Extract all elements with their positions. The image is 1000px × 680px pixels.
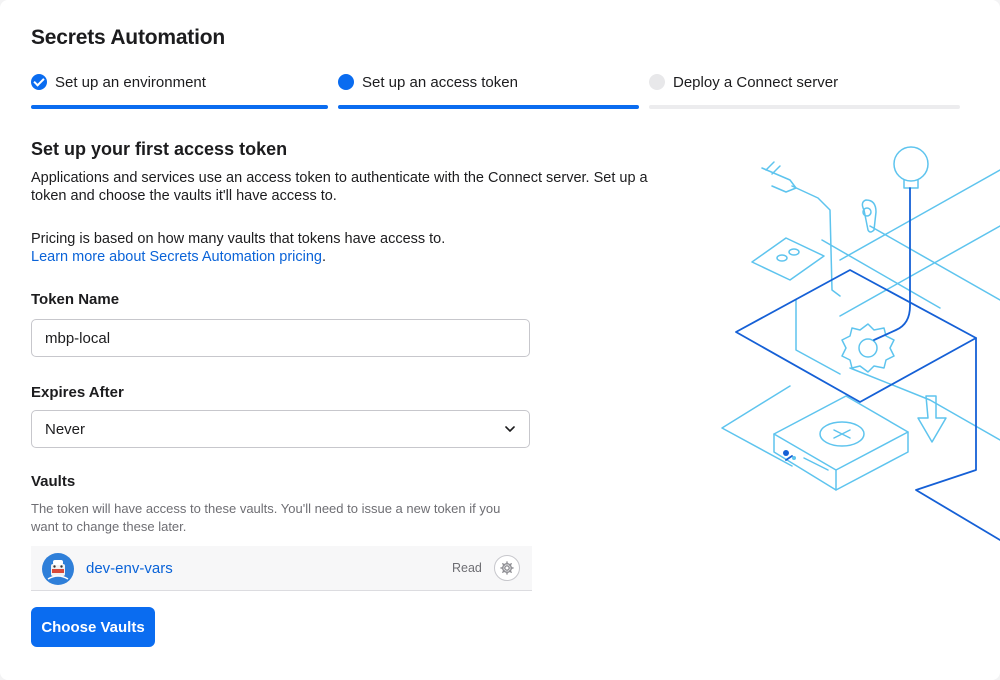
vaults-label: Vaults [31, 473, 76, 490]
step-label: Set up an access token [362, 74, 518, 91]
token-name-label: Token Name [31, 291, 120, 308]
check-circle-icon [31, 74, 47, 90]
vault-name-link[interactable]: dev-env-vars [86, 560, 173, 577]
step-label: Deploy a Connect server [673, 74, 839, 91]
step-environment[interactable]: Set up an environment [31, 70, 328, 110]
vault-row: dev-env-vars Read [31, 546, 532, 591]
chevron-down-icon [505, 426, 515, 432]
pending-step-dot-icon [649, 74, 665, 90]
gear-icon [500, 561, 514, 575]
pricing-link[interactable]: Learn more about Secrets Automation pric… [31, 249, 322, 265]
step-progress-bar [31, 105, 328, 109]
step-label: Set up an environment [55, 74, 206, 91]
expires-selected-value: Never [45, 420, 86, 438]
vaults-hint: The token will have access to these vaul… [31, 501, 501, 534]
step-connect-server[interactable]: Deploy a Connect server [649, 70, 960, 110]
pricing-line: Learn more about Secrets Automation pric… [31, 247, 326, 268]
step-progress-bar [649, 105, 960, 109]
step-progress-bar [338, 105, 639, 109]
section-heading: Set up your first access token [31, 139, 288, 159]
intro-line-2: token and choose the vaults it'll have a… [31, 188, 337, 204]
vault-settings-button[interactable] [494, 555, 520, 581]
connect-server-illustration [721, 146, 1000, 541]
expires-after-label: Expires After [31, 384, 124, 401]
stepper: Set up an environment Set up an access t… [31, 70, 961, 110]
page-title: Secrets Automation [31, 26, 225, 49]
token-name-input[interactable] [31, 319, 530, 357]
expires-after-select[interactable]: Never [31, 410, 530, 448]
vault-permission: Read [452, 561, 482, 575]
active-step-dot-icon [338, 74, 354, 90]
choose-vaults-button[interactable]: Choose Vaults [31, 607, 155, 647]
pricing-link-suffix: . [321, 249, 327, 265]
step-access-token[interactable]: Set up an access token [338, 70, 639, 110]
vault-avatar-icon [42, 553, 74, 585]
main-card: Secrets Automation Set up an environment… [0, 0, 1000, 680]
